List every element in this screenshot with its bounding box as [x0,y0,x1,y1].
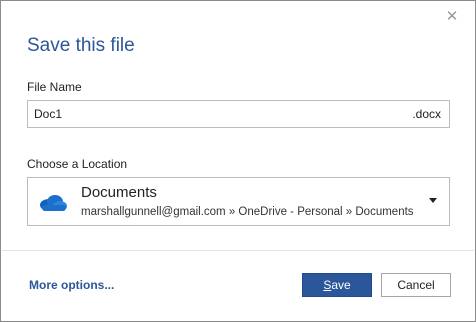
save-button[interactable]: Save [302,273,372,297]
onedrive-cloud-icon [40,195,67,211]
cancel-button[interactable]: Cancel [381,273,451,297]
chevron-down-icon[interactable] [429,198,437,203]
dialog-title: Save this file [27,35,135,56]
file-extension: .docx [412,107,441,121]
more-options-link[interactable]: More options... [29,278,114,292]
file-name-input[interactable] [34,101,404,127]
location-path: marshallgunnell@gmail.com » OneDrive - P… [81,206,414,218]
save-label-rest: ave [331,278,351,292]
close-icon[interactable]: ✕ [442,7,462,27]
footer-divider [2,250,474,251]
location-dropdown[interactable]: Documents marshallgunnell@gmail.com » On… [27,177,450,226]
location-name: Documents [81,184,157,201]
save-dialog: ✕ Save this file File Name .docx Choose … [0,0,476,322]
file-name-field[interactable]: .docx [27,100,450,128]
location-label: Choose a Location [27,157,128,171]
file-name-label: File Name [27,80,82,94]
